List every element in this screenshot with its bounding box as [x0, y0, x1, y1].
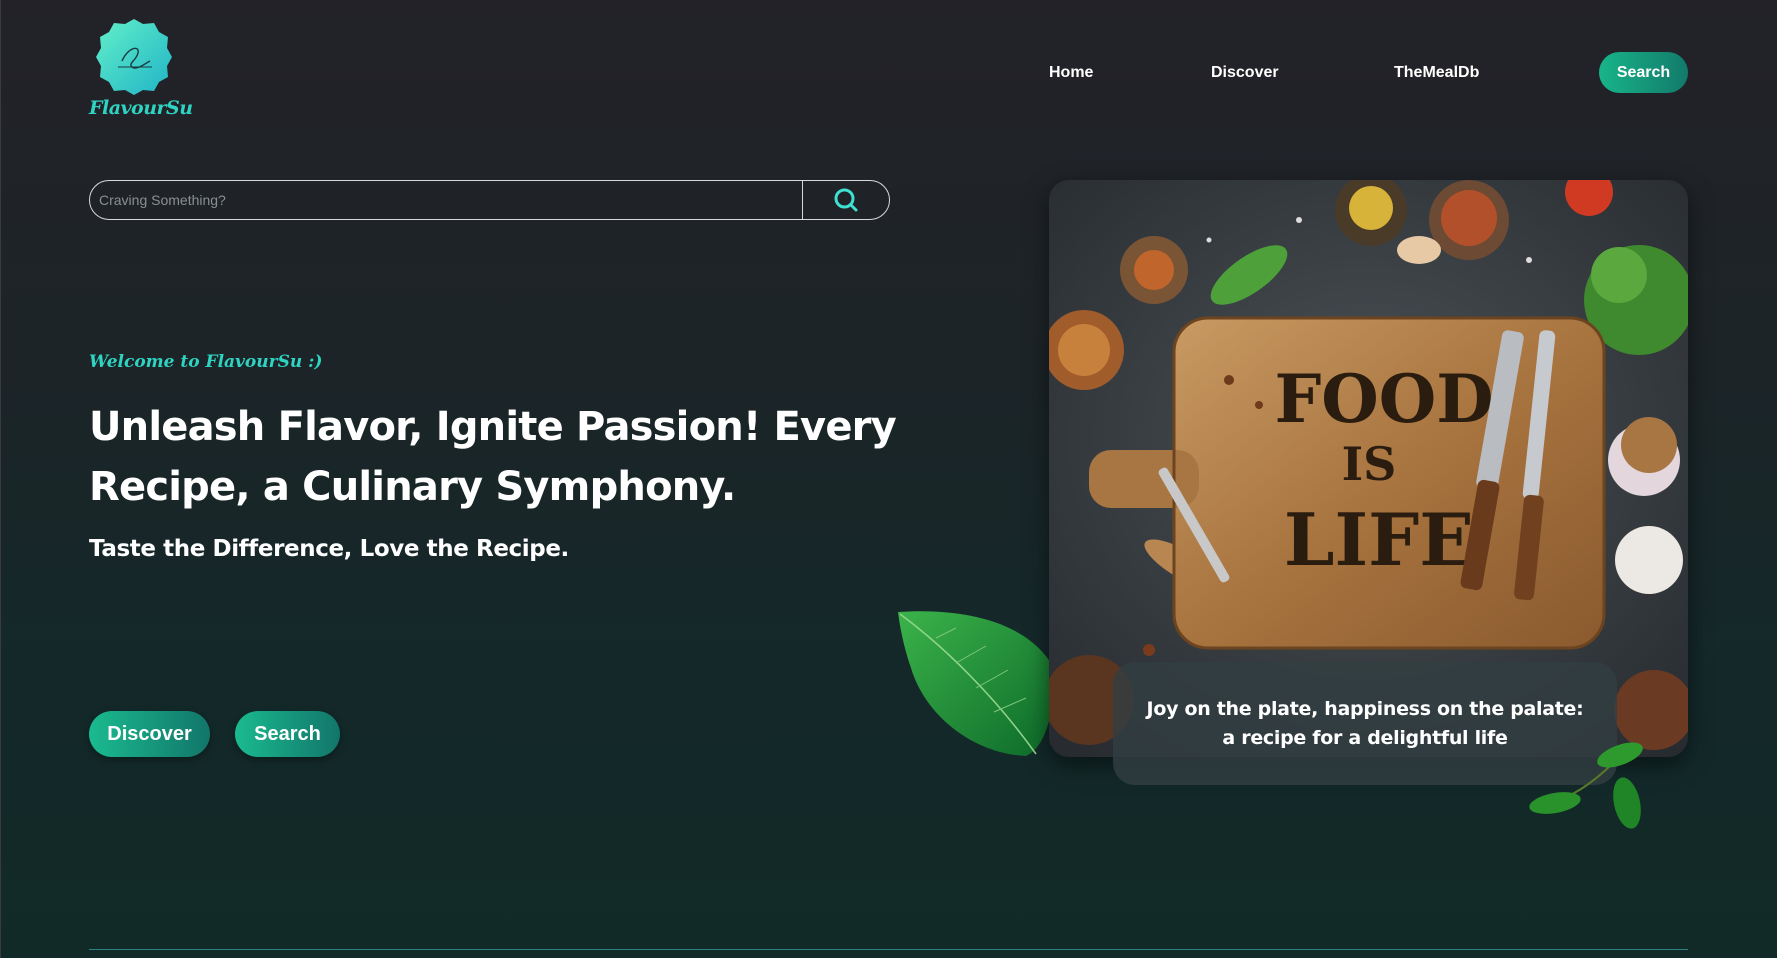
page-edge	[0, 0, 1, 958]
search-submit-button[interactable]	[802, 181, 889, 219]
search-input[interactable]	[90, 181, 802, 219]
hero-headline: Unleash Flavor, Ignite Passion! Every Re…	[89, 404, 897, 510]
leaf-icon	[898, 611, 1055, 756]
board-text-life: LIFE	[1284, 497, 1474, 582]
hero-search-button[interactable]: Search	[235, 711, 340, 757]
board-text-is: IS	[1342, 437, 1397, 491]
nav-themealdb-link[interactable]: TheMealDb	[1394, 64, 1479, 82]
welcome-text: Welcome to FlavourSu :)	[89, 352, 323, 372]
hero-discover-button[interactable]: Discover	[89, 711, 210, 757]
board-text-food: FOOD	[1274, 360, 1493, 438]
nav-search-button[interactable]: Search	[1599, 52, 1688, 93]
nav-discover-link[interactable]: Discover	[1211, 64, 1279, 82]
search-icon	[834, 188, 858, 212]
nav-home-link[interactable]: Home	[1049, 64, 1093, 82]
search-bar	[89, 180, 890, 220]
hero-subline: Taste the Difference, Love the Recipe.	[89, 536, 569, 562]
leaf-sprig-icon	[1529, 742, 1643, 829]
top-nav: Home Discover TheMealDb Search	[0, 52, 1777, 96]
section-divider	[89, 949, 1688, 950]
logo-wordmark: FlavourSu	[89, 97, 193, 119]
